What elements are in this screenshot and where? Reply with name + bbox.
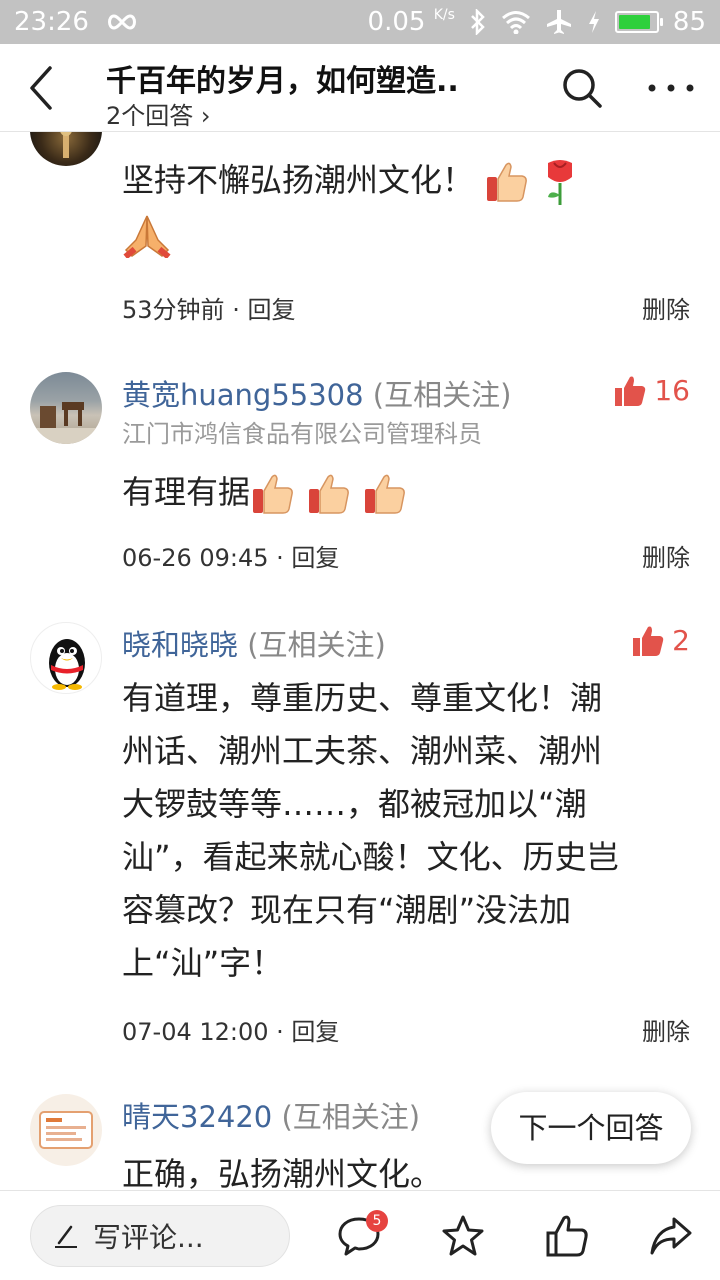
logo-avatar-icon xyxy=(39,1111,93,1149)
pray-emoji-icon xyxy=(123,215,171,258)
comment-meta: 06-26 09:45 · 回复 xyxy=(122,538,339,573)
comment-text: 坚持不懈弘扬潮州文化！ xyxy=(122,154,682,260)
reply-button[interactable]: · 回复 xyxy=(276,544,339,572)
answer-count-link[interactable]: 2个回答 › xyxy=(106,96,211,131)
write-comment-placeholder: 写评论... xyxy=(93,1221,204,1254)
comment-text: 有道理，尊重历史、尊重文化！潮 州话、潮州工夫茶、潮州菜、潮州 大锣鼓等等……，… xyxy=(122,679,619,982)
avatar[interactable] xyxy=(30,1094,102,1166)
rose-emoji-icon xyxy=(548,160,573,205)
write-comment-input[interactable]: 写评论... xyxy=(30,1205,290,1267)
bottom-bar: 写评论... xyxy=(0,1190,720,1280)
comment-item: 坚持不懈弘扬潮州文化！ 53分钟前 · 回复 删除 xyxy=(0,132,720,332)
comment-meta: 53分钟前 · 回复 xyxy=(122,290,295,325)
avatar[interactable] xyxy=(30,132,102,166)
follow-status: (互相关注) xyxy=(281,1100,421,1134)
commenter-name[interactable]: 黄宽huang55308 xyxy=(122,378,364,412)
comment-time: 07-04 12:00 xyxy=(122,1018,269,1046)
status-time: 23:26 xyxy=(14,7,89,37)
like-icon xyxy=(615,376,646,406)
pencil-icon xyxy=(55,1225,77,1248)
page-title: 千百年的岁月，如何塑造.. xyxy=(106,64,459,99)
back-icon[interactable] xyxy=(22,64,62,112)
delete-button[interactable]: 删除 xyxy=(642,290,690,325)
bluetooth-icon xyxy=(471,9,485,35)
comment-item: 晓和晓晓 (互相关注) 2 有道理，尊重历史、尊重文化！潮 州话、潮州工夫茶、潮… xyxy=(0,620,720,1060)
like-icon xyxy=(633,626,664,656)
thumbs-up-emoji-icon xyxy=(365,474,405,514)
like-count: 16 xyxy=(654,374,690,407)
follow-status: (互相关注) xyxy=(372,378,512,412)
follow-status: (互相关注) xyxy=(247,628,386,662)
commenter-name[interactable]: 晴天32420 xyxy=(122,1100,272,1134)
battery-percent: 85 xyxy=(672,7,706,37)
battery-icon xyxy=(614,11,663,33)
comment-time: 53分钟前 xyxy=(122,296,225,324)
more-icon[interactable] xyxy=(646,80,696,96)
thumbs-up-emoji-icon xyxy=(253,474,293,514)
commenter-occupation: 江门市鸿信食品有限公司管理科员 xyxy=(122,420,482,448)
network-speed: 0.05 K/s xyxy=(367,7,455,37)
header: 千百年的岁月，如何塑造.. 2个回答 › xyxy=(0,44,720,132)
like-count: 2 xyxy=(672,624,690,657)
delete-button[interactable]: 删除 xyxy=(642,1012,690,1047)
like-button[interactable]: 16 xyxy=(614,374,690,407)
reply-button[interactable]: · 回复 xyxy=(276,1018,339,1046)
thumbs-up-emoji-icon xyxy=(309,474,349,514)
infinity-icon xyxy=(107,14,136,30)
search-icon[interactable] xyxy=(560,66,604,110)
commenter-name[interactable]: 晓和晓晓 xyxy=(122,628,238,662)
reply-button[interactable]: · 回复 xyxy=(232,296,295,324)
comment-time: 06-26 09:45 xyxy=(122,544,269,572)
thumbs-up-icon[interactable] xyxy=(544,1213,590,1259)
charging-icon xyxy=(588,11,599,33)
commenter-name-line: 黄宽huang55308 (互相关注) xyxy=(122,372,511,414)
next-answer-button[interactable]: 下一个回答 xyxy=(491,1092,691,1164)
thumbs-up-emoji-icon xyxy=(487,162,528,202)
share-icon[interactable] xyxy=(648,1213,694,1259)
comment-meta: 07-04 12:00 · 回复 xyxy=(122,1012,339,1047)
comment-item: 黄宽huang55308 (互相关注) 江门市鸿信食品有限公司管理科员 16 有… xyxy=(0,370,720,590)
like-button[interactable]: 2 xyxy=(632,624,690,657)
avatar[interactable] xyxy=(30,372,102,444)
status-bar: 23:26 0.05 K/s 85 xyxy=(0,0,720,44)
comment-list: 坚持不懈弘扬潮州文化！ 53分钟前 · 回复 删除 黄宽huang55308 (… xyxy=(0,132,720,1190)
commenter-name-line: 晓和晓晓 (互相关注) xyxy=(122,622,386,664)
qq-penguin-icon xyxy=(49,639,85,690)
airplane-icon xyxy=(546,10,571,34)
wifi-icon xyxy=(501,11,530,34)
star-icon[interactable] xyxy=(440,1213,486,1259)
comment-text: 有理有据 xyxy=(122,466,682,519)
delete-button[interactable]: 删除 xyxy=(642,538,690,573)
commenter-name-line: 晴天32420 (互相关注) xyxy=(122,1094,420,1136)
avatar[interactable] xyxy=(30,622,102,694)
comment-count-badge: 5 xyxy=(366,1210,388,1232)
